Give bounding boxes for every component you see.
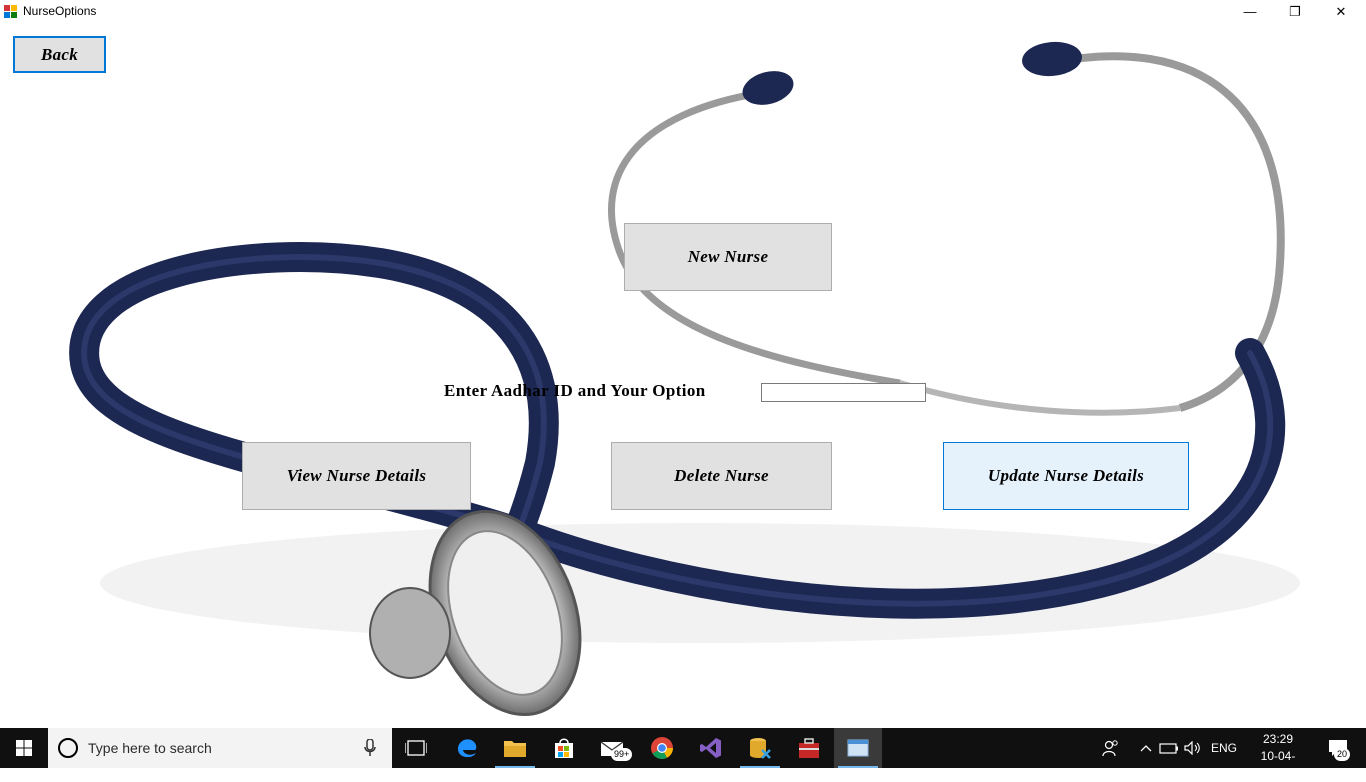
microphone-icon[interactable] [364,739,376,757]
store-taskbar-button[interactable] [540,728,588,768]
people-button[interactable] [1098,728,1124,768]
window-title: NurseOptions [23,4,97,18]
speaker-icon [1184,741,1200,755]
clock-time: 23:29 [1262,732,1294,746]
show-hidden-icons-button[interactable] [1136,728,1156,768]
form-client-area: Back New Nurse Enter Aadhar ID and Your … [0,23,1366,728]
chrome-icon [651,737,673,759]
maximize-button[interactable]: ❐ [1272,0,1318,23]
file-explorer-icon [504,741,526,757]
restore-icon: ❐ [1289,3,1301,19]
delete-nurse-button[interactable]: Delete Nurse [611,442,832,510]
battery-icon [1159,743,1178,754]
title-bar: NurseOptions — ❐ ✕ [0,0,1366,23]
app-icon [4,5,17,18]
visual-studio-icon [700,738,721,758]
close-button[interactable]: ✕ [1318,0,1364,23]
nurseoptions-taskbar-button[interactable] [834,728,882,768]
mail-taskbar-button[interactable]: 99+ [589,728,637,768]
app-window-icon [847,739,869,757]
language-indicator[interactable]: ENG [1208,728,1240,768]
taskbar-search-box[interactable]: Type here to search [48,728,392,768]
update-nurse-details-button[interactable]: Update Nurse Details [943,442,1189,510]
sql-tools-taskbar-button[interactable] [736,728,784,768]
edge-taskbar-button[interactable] [443,728,491,768]
minimize-button[interactable]: — [1227,0,1273,23]
people-icon [1102,740,1118,757]
task-view-button[interactable] [392,728,440,768]
volume-button[interactable] [1182,728,1204,768]
aadhar-id-input[interactable] [761,383,926,402]
start-button[interactable] [0,728,48,768]
clock-date: 10-04-2018 [1260,749,1296,780]
battery-button[interactable] [1158,728,1180,768]
close-icon: ✕ [1335,3,1347,19]
back-button[interactable]: Back [13,36,106,73]
taskbar: Type here to search 99+ ENG 23:29 10-04-… [0,728,1366,780]
view-nurse-details-button[interactable]: View Nurse Details [242,442,471,510]
task-view-icon [405,740,427,756]
sql-tools-icon [750,738,771,759]
clock[interactable]: 23:29 10-04-2018 [1248,731,1308,782]
chrome-taskbar-button[interactable] [638,728,686,768]
windows-logo-icon [16,740,32,756]
aadhar-prompt-label: Enter Aadhar ID and Your Option [444,381,706,400]
store-icon [555,738,573,758]
stethoscope-background-image [69,41,1300,717]
cortana-icon [58,738,78,758]
search-placeholder: Type here to search [88,740,212,756]
toolbox-icon [799,738,819,758]
mail-badge: 99+ [611,748,633,761]
minimize-icon: — [1243,4,1257,19]
chevron-up-icon [1140,745,1152,752]
edge-icon [458,739,477,758]
toolbox-taskbar-button[interactable] [785,728,833,768]
file-explorer-taskbar-button[interactable] [491,728,539,768]
notification-count-badge: 20 [1334,748,1351,761]
visual-studio-taskbar-button[interactable] [687,728,735,768]
new-nurse-button[interactable]: New Nurse [624,223,832,291]
action-center-button[interactable]: 20 [1318,728,1358,768]
